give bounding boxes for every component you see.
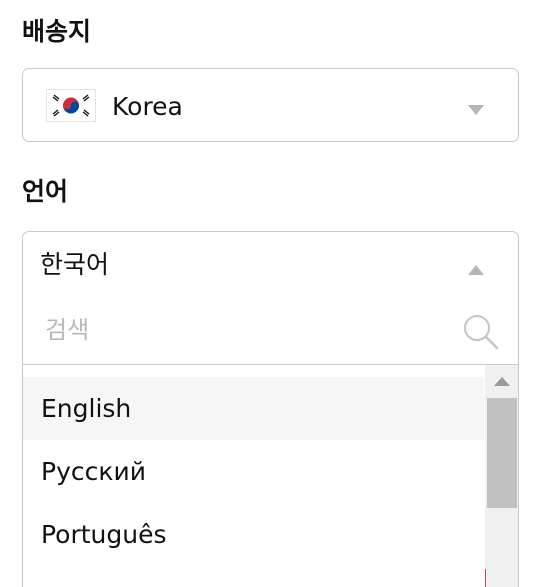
chevron-down-icon [468,105,484,115]
south-korea-flag-icon [46,89,96,122]
language-options-list: English Русский Português [23,365,484,566]
shipping-country-select[interactable]: Korea [22,68,519,142]
options-scrollbar[interactable] [485,365,518,587]
language-option-english[interactable]: English [23,377,484,440]
shipping-label: 배송지 [22,17,92,46]
shipping-country-value: Korea [112,92,183,121]
language-option-russian[interactable]: Русский [23,440,484,503]
language-dropdown: English Русский Português [22,296,519,587]
chevron-up-icon [468,265,484,275]
language-value: 한국어 [40,250,110,279]
language-select[interactable]: 한국어 [22,231,519,298]
language-label: 언어 [22,177,69,206]
scrollbar-thumb[interactable] [487,398,517,508]
language-search-input[interactable] [23,296,518,363]
scroll-marker [485,569,486,587]
language-option-portuguese[interactable]: Português [23,503,484,566]
scroll-up-arrow-icon[interactable] [494,377,510,386]
search-icon[interactable] [462,313,500,351]
language-search-row [23,296,518,365]
